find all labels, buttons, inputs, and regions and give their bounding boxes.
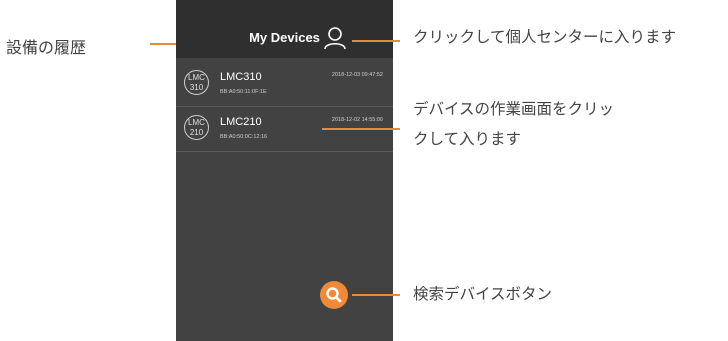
device-name: LMC310 xyxy=(220,71,262,83)
device-row-lmc310[interactable]: LMC 310 LMC310 BB:A0:50:11:0F:1E 2018-12… xyxy=(176,66,393,107)
user-icon[interactable] xyxy=(324,26,346,50)
annotation-device-page-label-line2: クして入ります xyxy=(413,130,522,148)
device-timestamp: 2018-12-02 14:55:00 xyxy=(331,117,383,123)
device-badge-line2: 310 xyxy=(189,83,204,92)
device-timestamp: 2018-12-03 09:47:52 xyxy=(331,72,383,78)
annotation-device-line xyxy=(322,128,400,130)
search-icon xyxy=(326,287,342,303)
user-icon-graphic xyxy=(324,27,346,50)
annotation-user-line xyxy=(352,40,400,42)
device-badge-icon: LMC 310 xyxy=(184,70,209,95)
annotation-user-center-label: クリックして個人センターに入ります xyxy=(413,28,677,46)
phone-screen: My Devices LMC 310 LMC310 BB:A0:50:11:0F… xyxy=(176,0,393,341)
annotation-device-page-label-line1: デバイスの作業画面をクリッ xyxy=(413,100,615,118)
device-name: LMC210 xyxy=(220,116,262,128)
device-badge-line1: LMC xyxy=(188,118,205,127)
annotation-history-label: 設備の履歴 xyxy=(6,38,87,57)
annotation-search-label: 検索デバイスボタン xyxy=(413,285,553,303)
device-mac: BB:A0:50:0C:12:16 xyxy=(220,134,268,140)
device-mac: BB:A0:50:11:0F:1E xyxy=(220,89,267,95)
device-badge-icon: LMC 210 xyxy=(184,115,209,140)
app-header: My Devices xyxy=(176,0,393,58)
search-device-button[interactable] xyxy=(320,281,348,309)
device-row-lmc210[interactable]: LMC 210 LMC210 BB:A0:50:0C:12:16 2018-12… xyxy=(176,111,393,152)
device-badge-line2: 210 xyxy=(189,128,204,137)
device-badge-line1: LMC xyxy=(188,73,205,82)
page-title: My Devices xyxy=(249,30,320,45)
annotation-search-line xyxy=(352,294,400,296)
